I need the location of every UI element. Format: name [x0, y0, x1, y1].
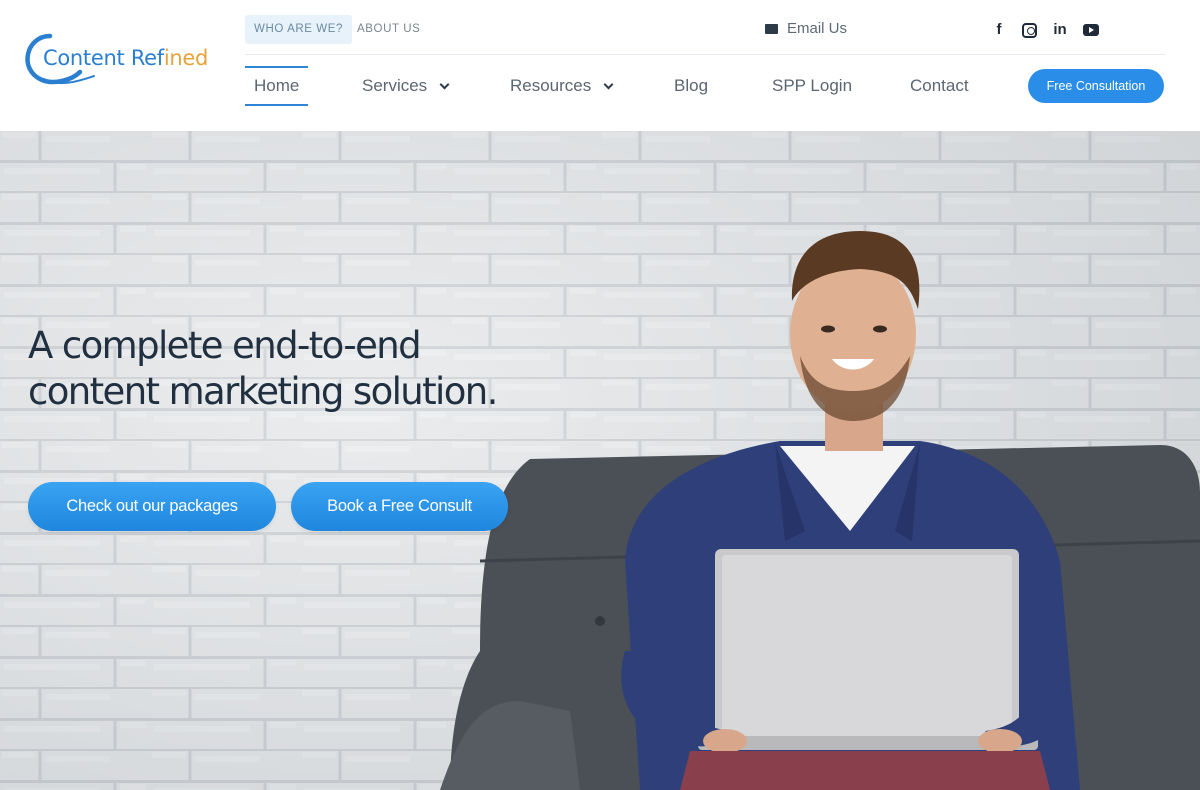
chevron-down-icon: [603, 79, 614, 89]
logo-text: Content Refined: [43, 46, 208, 70]
content-refined-logo[interactable]: Content Refined: [20, 30, 220, 90]
check-packages-button[interactable]: Check out our packages: [28, 482, 276, 531]
hero-headline-line-1: A complete end-to-end: [28, 324, 422, 367]
nav-blog-label: Blog: [674, 76, 709, 95]
youtube-icon[interactable]: [1083, 24, 1099, 36]
nav-home-label: Home: [254, 76, 300, 95]
facebook-icon[interactable]: f: [990, 21, 1008, 39]
logo-word-content: Content: [43, 46, 125, 70]
book-free-consult-button[interactable]: Book a Free Consult: [291, 482, 508, 531]
nav-contact[interactable]: Contact: [910, 66, 969, 106]
nav-spp-login-label: SPP Login: [772, 76, 853, 95]
nav-blog[interactable]: Blog: [674, 66, 708, 106]
nav-resources-label: Resources: [510, 76, 592, 95]
logo-word-highlight: ned: [169, 46, 209, 70]
envelope-icon: [765, 23, 778, 34]
who-are-we-link[interactable]: WHO ARE WE?: [245, 15, 353, 44]
linkedin-icon[interactable]: in: [1051, 21, 1069, 39]
free-consultation-button[interactable]: Free Consultation: [1028, 69, 1164, 103]
nav-home[interactable]: Home: [245, 66, 309, 106]
social-links: f in: [990, 21, 1099, 39]
nav-contact-label: Contact: [910, 76, 969, 95]
logo-word-refined: Refined: [130, 46, 209, 70]
nav-services[interactable]: Services: [362, 66, 450, 106]
logo-word-part: Ref: [130, 46, 164, 70]
main-nav: Home Services Resources Blog SPP Login C…: [245, 66, 1185, 106]
email-us-label: Email Us: [787, 20, 848, 37]
nav-spp-login[interactable]: SPP Login: [772, 66, 852, 106]
nav-services-label: Services: [362, 76, 428, 95]
hero-headline: A complete end-to-end content marketing …: [28, 323, 588, 415]
man-with-laptop-photo: [440, 231, 1200, 790]
email-us-link[interactable]: Email Us: [765, 20, 847, 37]
hero-headline-line-2: content marketing solution.: [28, 370, 498, 413]
site-header: Content Refined WHO ARE WE? ABOUT US Ema…: [0, 0, 1200, 131]
top-utility-bar: WHO ARE WE? ABOUT US Email Us f in: [245, 15, 1165, 55]
chevron-down-icon: [439, 79, 450, 89]
instagram-icon[interactable]: [1022, 22, 1037, 38]
about-us-link[interactable]: ABOUT US: [348, 15, 429, 44]
hero-section: A complete end-to-end content marketing …: [0, 131, 1200, 790]
nav-resources[interactable]: Resources: [510, 66, 614, 106]
